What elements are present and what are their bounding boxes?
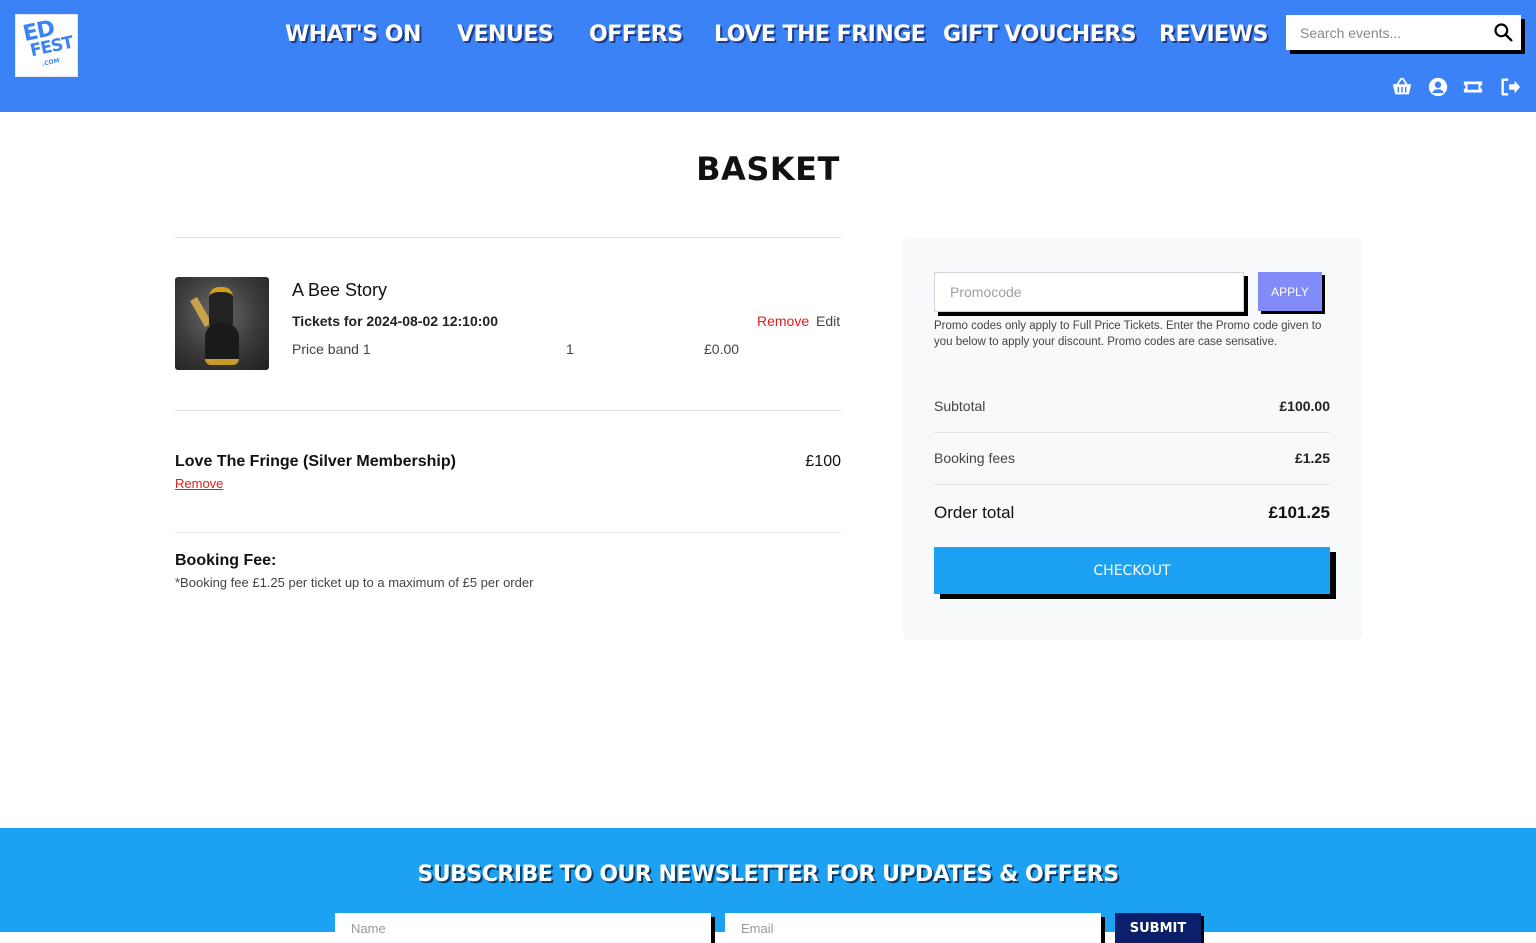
promo-note: Promo codes only apply to Full Price Tic… — [934, 320, 1322, 348]
search-box — [1286, 15, 1521, 50]
divider — [934, 432, 1330, 433]
price-band: Price band 1 — [292, 341, 371, 357]
newsletter-name-input[interactable] — [335, 913, 711, 943]
nav-reviews[interactable]: REVIEWS — [1159, 22, 1268, 52]
divider — [175, 237, 841, 238]
nav-offers[interactable]: OFFERS — [589, 22, 683, 52]
ticket-icon[interactable] — [1462, 76, 1484, 98]
membership-price: £100 — [805, 453, 841, 470]
divider — [175, 532, 841, 533]
promocode-input[interactable] — [934, 272, 1244, 312]
ticket-quantity: 1 — [566, 341, 574, 357]
nav-gift-vouchers[interactable]: GIFT VOUCHERS — [943, 22, 1137, 52]
basket-icon[interactable] — [1391, 76, 1413, 98]
divider — [934, 484, 1330, 485]
newsletter-submit-button[interactable]: SUBMIT — [1115, 913, 1201, 943]
search-icon[interactable] — [1493, 22, 1513, 42]
event-ticket-date: Tickets for 2024-08-02 12:10:00 — [292, 313, 498, 329]
thumbnail-detail — [205, 323, 239, 365]
remove-membership-link[interactable]: Remove — [175, 476, 223, 491]
order-total-value: £101.25 — [1268, 503, 1330, 522]
edfest-logo[interactable]: ED FEST .COM — [15, 14, 78, 77]
nav-whats-on[interactable]: WHAT'S ON — [285, 22, 421, 52]
site-header: ED FEST .COM WHAT'S ON VENUES OFFERS LOV… — [0, 0, 1536, 112]
apply-promo-button[interactable]: APPLY — [1258, 272, 1322, 311]
divider — [175, 410, 841, 411]
booking-fees-label: Booking fees — [934, 450, 1015, 466]
remove-event-button[interactable]: Remove — [757, 313, 809, 329]
booking-fee-title: Booking Fee: — [175, 552, 277, 569]
nav-love-the-fringe[interactable]: LOVE THE FRINGE — [714, 22, 926, 52]
event-thumbnail[interactable] — [175, 277, 269, 370]
search-input[interactable] — [1286, 15, 1486, 50]
membership-title: Love The Fringe (Silver Membership) — [175, 453, 456, 470]
logo-text-com: .COM — [41, 57, 61, 68]
logout-icon[interactable] — [1499, 76, 1521, 98]
newsletter-title: SUBSCRIBE TO OUR NEWSLETTER FOR UPDATES … — [417, 862, 1119, 887]
subtotal-label: Subtotal — [934, 398, 986, 414]
edit-event-button[interactable]: Edit — [816, 313, 840, 329]
booking-fee-note: *Booking fee £1.25 per ticket up to a ma… — [175, 575, 534, 590]
page-title: BASKET — [696, 150, 840, 188]
subtotal-value: £100.00 — [1279, 398, 1330, 414]
ticket-price: £0.00 — [704, 341, 740, 357]
newsletter-email-input[interactable] — [725, 913, 1101, 943]
thumbnail-detail — [209, 287, 233, 327]
event-title[interactable]: A Bee Story — [292, 280, 387, 301]
account-icon[interactable] — [1427, 76, 1449, 98]
order-total-label: Order total — [934, 503, 1015, 522]
nav-venues[interactable]: VENUES — [457, 22, 554, 52]
booking-fees-value: £1.25 — [1294, 450, 1330, 466]
checkout-button[interactable]: CHECKOUT — [934, 547, 1330, 594]
